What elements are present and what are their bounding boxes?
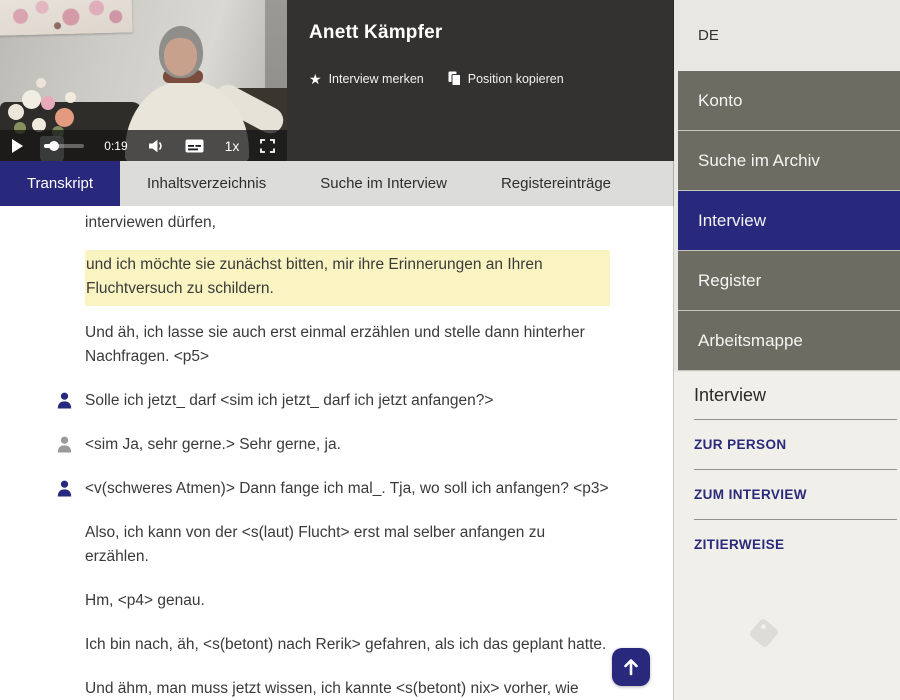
tab-registereintraege[interactable]: Registereinträge — [474, 161, 638, 206]
scroll-top-button[interactable] — [612, 648, 650, 686]
interviewee-face — [164, 38, 197, 76]
speaker-interviewee-icon — [57, 392, 72, 409]
nav-item-arbeitsmappe[interactable]: Arbeitsmappe — [678, 311, 900, 371]
copy-position-button[interactable]: Position kopieren — [448, 71, 564, 86]
video-controls: 0:19 1x — [0, 130, 287, 161]
transcript-paragraph[interactable]: Und äh, ich lasse sie auch erst einmal e… — [85, 321, 610, 369]
playback-speed-button[interactable]: 1x — [225, 138, 240, 154]
sidebar: DE Konto Suche im Archiv Interview Regis… — [674, 0, 900, 700]
tab-transkript[interactable]: Transkript — [0, 161, 120, 206]
arrow-up-icon — [623, 658, 639, 676]
transcript-paragraph[interactable]: <sim Ja, sehr gerne.> Sehr gerne, ja. — [85, 433, 610, 457]
volume-icon — [148, 139, 164, 153]
transcript-tabbar: Transkript Inhaltsverzeichnis Suche im I… — [0, 161, 674, 206]
transcript-paragraph[interactable]: Und ähm, man muss jetzt wissen, ich kann… — [85, 677, 610, 700]
nav-item-konto[interactable]: Konto — [678, 71, 900, 131]
transcript-paragraph[interactable]: Hm, <p4> genau. — [85, 589, 610, 613]
video-player[interactable]: 0:19 1x — [0, 0, 287, 161]
tab-inhaltsverzeichnis[interactable]: Inhaltsverzeichnis — [120, 161, 293, 206]
bookmark-interview-label: Interview merken — [329, 72, 424, 86]
tab-suche-im-interview[interactable]: Suche im Interview — [293, 161, 474, 206]
tag-watermark-icon — [749, 618, 780, 649]
transcript-speaker-turn: <v(schweres Atmen)> Dann fange ich mal_.… — [85, 477, 610, 501]
submenu-link-zur-person[interactable]: ZUR PERSON — [694, 419, 897, 469]
interviewee-name: Anett Kämpfer — [309, 22, 674, 44]
copy-icon — [448, 71, 461, 86]
transcript-speaker-turn: Solle ich jetzt_ darf <sim ich jetzt_ da… — [85, 389, 610, 413]
nav-item-register[interactable]: Register — [678, 251, 900, 311]
nav-item-suche-im-archiv[interactable]: Suche im Archiv — [678, 131, 900, 191]
header-actions: ★ Interview merken Position kopieren — [309, 71, 674, 86]
transcript-paragraph[interactable]: Also, ich kann von der <s(laut) Flucht> … — [85, 521, 610, 569]
language-selector[interactable]: DE — [674, 0, 900, 71]
fullscreen-icon — [260, 139, 275, 153]
transcript-panel: interviewen dürfen, und ich möchte sie z… — [0, 206, 674, 700]
progress-bar[interactable] — [44, 144, 84, 148]
submenu-link-zum-interview[interactable]: ZUM INTERVIEW — [694, 469, 897, 519]
speaker-interviewer-icon — [57, 436, 72, 453]
copy-position-label: Position kopieren — [468, 72, 564, 86]
transcript-paragraph[interactable]: <v(schweres Atmen)> Dann fange ich mal_.… — [85, 477, 610, 501]
wall-artwork — [0, 0, 133, 36]
time-display: 0:19 — [104, 139, 127, 153]
volume-button[interactable] — [148, 139, 164, 153]
transcript-paragraph[interactable]: interviewen dürfen, — [85, 211, 610, 235]
interview-archive-app: 0:19 1x — [0, 0, 900, 700]
speaker-interviewee-icon — [57, 480, 72, 497]
interviewee-head — [159, 26, 203, 78]
interview-header: Anett Kämpfer ★ Interview merken Positio… — [287, 0, 674, 161]
star-icon: ★ — [309, 72, 322, 86]
submenu-heading: Interview — [694, 385, 897, 406]
captions-icon — [185, 139, 204, 153]
nav-item-interview[interactable]: Interview — [678, 191, 900, 251]
transcript-speaker-turn: <sim Ja, sehr gerne.> Sehr gerne, ja. — [85, 433, 610, 457]
interview-submenu: Interview ZUR PERSON ZUM INTERVIEW ZITIE… — [674, 372, 900, 700]
transcript-paragraph[interactable]: Solle ich jetzt_ darf <sim ich jetzt_ da… — [85, 389, 610, 413]
transcript-paragraph-highlighted[interactable]: und ich möchte sie zunächst bitten, mir … — [85, 250, 610, 306]
play-button[interactable] — [12, 139, 23, 153]
progress-thumb[interactable] — [49, 141, 59, 151]
transcript-paragraph[interactable]: Ich bin nach, äh, <s(betont) nach Rerik>… — [85, 633, 610, 657]
captions-button[interactable] — [185, 139, 204, 153]
submenu-link-zitierweise[interactable]: ZITIERWEISE — [694, 519, 897, 569]
bookmark-interview-button[interactable]: ★ Interview merken — [309, 72, 424, 86]
main-column: 0:19 1x — [0, 0, 674, 700]
fullscreen-button[interactable] — [260, 139, 275, 153]
